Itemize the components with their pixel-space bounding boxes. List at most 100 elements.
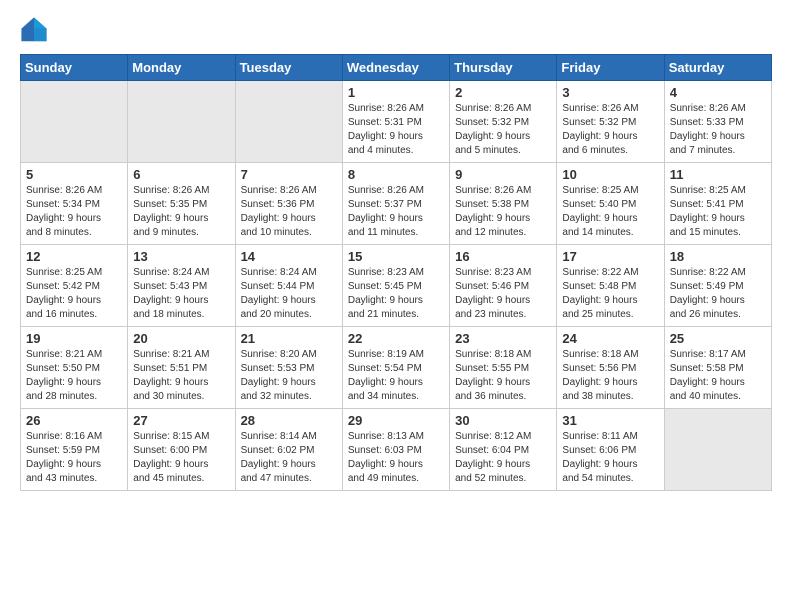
day-number: 7 xyxy=(241,167,337,182)
day-cell: 2 Sunrise: 8:26 AM Sunset: 5:32 PM Daylig… xyxy=(450,81,557,163)
day-cell: 24Sunrise: 8:18 AM Sunset: 5:56 PM Dayli… xyxy=(557,327,664,409)
day-info: Sunrise: 8:22 AM Sunset: 5:48 PM Dayligh… xyxy=(562,266,658,322)
day-cell: 10 Sunrise: 8:25 AM Sunset: 5:40 PM Dayli… xyxy=(557,163,664,245)
day-number: 20 xyxy=(133,331,229,346)
week-row-4: 26Sunrise: 8:16 AM Sunset: 5:59 PM Dayli… xyxy=(21,409,772,491)
day-number: 2 xyxy=(455,85,551,100)
header-row: SundayMondayTuesdayWednesdayThursdayFrid… xyxy=(21,55,772,81)
day-number: 25 xyxy=(670,331,766,346)
day-number: 23 xyxy=(455,331,551,346)
day-cell: 9 Sunrise: 8:26 AM Sunset: 5:38 PM Daylig… xyxy=(450,163,557,245)
day-cell: 13Sunrise: 8:24 AM Sunset: 5:43 PM Dayli… xyxy=(128,245,235,327)
day-number: 29 xyxy=(348,413,444,428)
col-header-tuesday: Tuesday xyxy=(235,55,342,81)
day-number: 3 xyxy=(562,85,658,100)
day-info: Sunrise: 8:26 AM Sunset: 5:37 PM Dayligh… xyxy=(348,184,444,240)
day-number: 10 xyxy=(562,167,658,182)
day-cell xyxy=(128,81,235,163)
day-cell: 29 Sunrise: 8:13 AM Sunset: 6:03 PM Dayli… xyxy=(342,409,449,491)
week-row-0: 1 Sunrise: 8:26 AM Sunset: 5:31 PM Daylig… xyxy=(21,81,772,163)
day-number: 24 xyxy=(562,331,658,346)
calendar-table: SundayMondayTuesdayWednesdayThursdayFrid… xyxy=(20,54,772,491)
day-cell: 14Sunrise: 8:24 AM Sunset: 5:44 PM Dayli… xyxy=(235,245,342,327)
day-cell: 30 Sunrise: 8:12 AM Sunset: 6:04 PM Dayli… xyxy=(450,409,557,491)
day-info: Sunrise: 8:13 AM Sunset: 6:03 PM Dayligh… xyxy=(348,430,444,486)
day-info: Sunrise: 8:24 AM Sunset: 5:44 PM Dayligh… xyxy=(241,266,337,322)
col-header-monday: Monday xyxy=(128,55,235,81)
day-info: Sunrise: 8:11 AM Sunset: 6:06 PM Dayligh… xyxy=(562,430,658,486)
day-cell: 11 Sunrise: 8:25 AM Sunset: 5:41 PM Dayli… xyxy=(664,163,771,245)
day-info: Sunrise: 8:26 AM Sunset: 5:34 PM Dayligh… xyxy=(26,184,122,240)
day-number: 22 xyxy=(348,331,444,346)
day-info: Sunrise: 8:24 AM Sunset: 5:43 PM Dayligh… xyxy=(133,266,229,322)
day-cell: 20Sunrise: 8:21 AM Sunset: 5:51 PM Dayli… xyxy=(128,327,235,409)
day-cell: 1 Sunrise: 8:26 AM Sunset: 5:31 PM Daylig… xyxy=(342,81,449,163)
col-header-saturday: Saturday xyxy=(664,55,771,81)
day-cell: 17 Sunrise: 8:22 AM Sunset: 5:48 PM Dayli… xyxy=(557,245,664,327)
day-number: 15 xyxy=(348,249,444,264)
day-info: Sunrise: 8:20 AM Sunset: 5:53 PM Dayligh… xyxy=(241,348,337,404)
day-number: 4 xyxy=(670,85,766,100)
day-info: Sunrise: 8:26 AM Sunset: 5:33 PM Dayligh… xyxy=(670,102,766,158)
day-cell: 6 Sunrise: 8:26 AM Sunset: 5:35 PM Daylig… xyxy=(128,163,235,245)
day-number: 18 xyxy=(670,249,766,264)
day-number: 8 xyxy=(348,167,444,182)
day-number: 30 xyxy=(455,413,551,428)
day-info: Sunrise: 8:22 AM Sunset: 5:49 PM Dayligh… xyxy=(670,266,766,322)
day-info: Sunrise: 8:25 AM Sunset: 5:41 PM Dayligh… xyxy=(670,184,766,240)
day-info: Sunrise: 8:15 AM Sunset: 6:00 PM Dayligh… xyxy=(133,430,229,486)
day-number: 27 xyxy=(133,413,229,428)
day-info: Sunrise: 8:25 AM Sunset: 5:40 PM Dayligh… xyxy=(562,184,658,240)
day-cell: 15Sunrise: 8:23 AM Sunset: 5:45 PM Dayli… xyxy=(342,245,449,327)
day-cell: 19 Sunrise: 8:21 AM Sunset: 5:50 PM Dayli… xyxy=(21,327,128,409)
day-cell: 3 Sunrise: 8:26 AM Sunset: 5:32 PM Daylig… xyxy=(557,81,664,163)
day-cell: 8 Sunrise: 8:26 AM Sunset: 5:37 PM Daylig… xyxy=(342,163,449,245)
col-header-wednesday: Wednesday xyxy=(342,55,449,81)
day-cell: 7 Sunrise: 8:26 AM Sunset: 5:36 PM Daylig… xyxy=(235,163,342,245)
page: SundayMondayTuesdayWednesdayThursdayFrid… xyxy=(0,0,792,612)
day-cell xyxy=(235,81,342,163)
day-cell: 16Sunrise: 8:23 AM Sunset: 5:46 PM Dayli… xyxy=(450,245,557,327)
day-number: 5 xyxy=(26,167,122,182)
day-info: Sunrise: 8:26 AM Sunset: 5:35 PM Dayligh… xyxy=(133,184,229,240)
week-row-1: 5 Sunrise: 8:26 AM Sunset: 5:34 PM Daylig… xyxy=(21,163,772,245)
header xyxy=(20,16,772,44)
day-info: Sunrise: 8:21 AM Sunset: 5:50 PM Dayligh… xyxy=(26,348,122,404)
day-cell: 25 Sunrise: 8:17 AM Sunset: 5:58 PM Dayli… xyxy=(664,327,771,409)
day-number: 1 xyxy=(348,85,444,100)
day-info: Sunrise: 8:26 AM Sunset: 5:36 PM Dayligh… xyxy=(241,184,337,240)
day-cell: 4 Sunrise: 8:26 AM Sunset: 5:33 PM Daylig… xyxy=(664,81,771,163)
day-cell: 12 Sunrise: 8:25 AM Sunset: 5:42 PM Dayli… xyxy=(21,245,128,327)
day-cell: 21 Sunrise: 8:20 AM Sunset: 5:53 PM Dayli… xyxy=(235,327,342,409)
day-info: Sunrise: 8:23 AM Sunset: 5:46 PM Dayligh… xyxy=(455,266,551,322)
day-number: 31 xyxy=(562,413,658,428)
day-number: 17 xyxy=(562,249,658,264)
day-number: 28 xyxy=(241,413,337,428)
day-number: 6 xyxy=(133,167,229,182)
day-number: 9 xyxy=(455,167,551,182)
day-cell: 18 Sunrise: 8:22 AM Sunset: 5:49 PM Dayli… xyxy=(664,245,771,327)
day-info: Sunrise: 8:19 AM Sunset: 5:54 PM Dayligh… xyxy=(348,348,444,404)
week-row-3: 19 Sunrise: 8:21 AM Sunset: 5:50 PM Dayli… xyxy=(21,327,772,409)
col-header-thursday: Thursday xyxy=(450,55,557,81)
day-info: Sunrise: 8:12 AM Sunset: 6:04 PM Dayligh… xyxy=(455,430,551,486)
day-info: Sunrise: 8:26 AM Sunset: 5:38 PM Dayligh… xyxy=(455,184,551,240)
day-number: 21 xyxy=(241,331,337,346)
col-header-sunday: Sunday xyxy=(21,55,128,81)
day-cell xyxy=(664,409,771,491)
week-row-2: 12 Sunrise: 8:25 AM Sunset: 5:42 PM Dayli… xyxy=(21,245,772,327)
day-info: Sunrise: 8:26 AM Sunset: 5:32 PM Dayligh… xyxy=(455,102,551,158)
day-cell: 5 Sunrise: 8:26 AM Sunset: 5:34 PM Daylig… xyxy=(21,163,128,245)
logo-icon xyxy=(20,16,48,44)
day-cell: 28Sunrise: 8:14 AM Sunset: 6:02 PM Dayli… xyxy=(235,409,342,491)
day-cell: 31 Sunrise: 8:11 AM Sunset: 6:06 PM Dayli… xyxy=(557,409,664,491)
day-number: 11 xyxy=(670,167,766,182)
day-info: Sunrise: 8:17 AM Sunset: 5:58 PM Dayligh… xyxy=(670,348,766,404)
day-info: Sunrise: 8:26 AM Sunset: 5:31 PM Dayligh… xyxy=(348,102,444,158)
day-number: 19 xyxy=(26,331,122,346)
day-number: 26 xyxy=(26,413,122,428)
day-number: 12 xyxy=(26,249,122,264)
day-info: Sunrise: 8:25 AM Sunset: 5:42 PM Dayligh… xyxy=(26,266,122,322)
day-info: Sunrise: 8:26 AM Sunset: 5:32 PM Dayligh… xyxy=(562,102,658,158)
day-cell: 22 Sunrise: 8:19 AM Sunset: 5:54 PM Dayli… xyxy=(342,327,449,409)
